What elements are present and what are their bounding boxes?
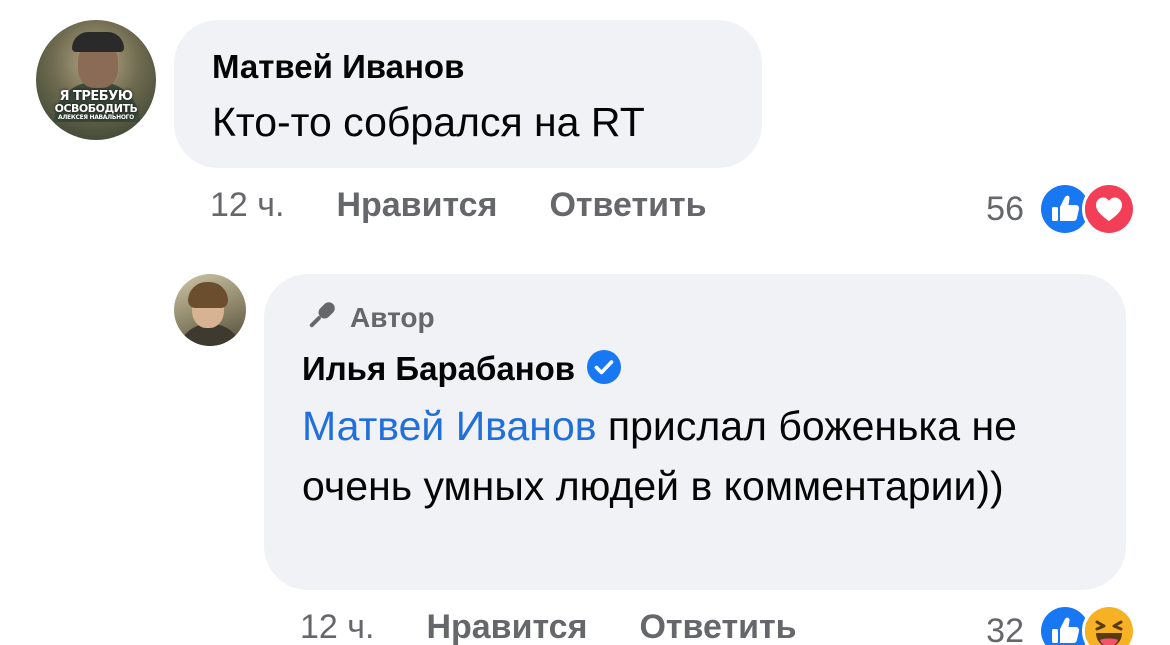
reply-bubble: Автор Илья Барабанов Матвей Иванов присл… bbox=[264, 274, 1126, 590]
avatar-caption: Я ТРЕБУЮ ОСВОБОДИТЬ АЛЕКСЕЯ НАВАЛЬНОГО bbox=[54, 89, 138, 121]
love-icon bbox=[1082, 182, 1136, 236]
comment-text: Матвей Иванов прислал боженька не очень … bbox=[302, 396, 1102, 516]
reaction-count: 32 bbox=[986, 611, 1024, 645]
comment-author-name[interactable]: Илья Барабанов bbox=[302, 350, 575, 387]
author-badge: Автор bbox=[302, 300, 435, 336]
reply-button[interactable]: Ответить bbox=[549, 186, 706, 225]
comment-time[interactable]: 12 ч. bbox=[300, 608, 374, 645]
avatar-hair bbox=[188, 282, 228, 308]
mention-link[interactable]: Матвей Иванов bbox=[302, 403, 597, 449]
comment-thread: Я ТРЕБУЮ ОСВОБОДИТЬ АЛЕКСЕЯ НАВАЛЬНОГО М… bbox=[0, 0, 1170, 645]
reactions-summary[interactable]: 56 bbox=[986, 182, 1136, 236]
avatar-cap bbox=[72, 32, 124, 52]
comment-text: Кто-то собрался на RT bbox=[212, 99, 645, 145]
like-button[interactable]: Нравится bbox=[426, 608, 587, 645]
comment-actions: 12 ч. Нравится Ответить bbox=[300, 608, 797, 645]
comment-time[interactable]: 12 ч. bbox=[210, 186, 284, 225]
author-badge-label: Автор bbox=[350, 302, 435, 333]
comment-bubble: Матвей Иванов Кто-то собрался на RT bbox=[174, 20, 762, 168]
verified-badge-icon bbox=[587, 350, 622, 385]
comment-actions: 12 ч. Нравится Ответить bbox=[210, 186, 707, 225]
like-button[interactable]: Нравится bbox=[336, 186, 497, 225]
microphone-icon bbox=[302, 297, 340, 340]
comment-author[interactable]: Матвей Иванов bbox=[212, 48, 464, 86]
avatar[interactable] bbox=[174, 274, 246, 346]
reply-button[interactable]: Ответить bbox=[639, 608, 796, 645]
haha-icon bbox=[1082, 604, 1136, 645]
avatar[interactable]: Я ТРЕБУЮ ОСВОБОДИТЬ АЛЕКСЕЯ НАВАЛЬНОГО bbox=[36, 20, 156, 140]
reaction-count: 56 bbox=[986, 189, 1024, 228]
reactions-summary[interactable]: 32 bbox=[986, 604, 1136, 645]
comment-author: Илья Барабанов bbox=[302, 350, 622, 388]
